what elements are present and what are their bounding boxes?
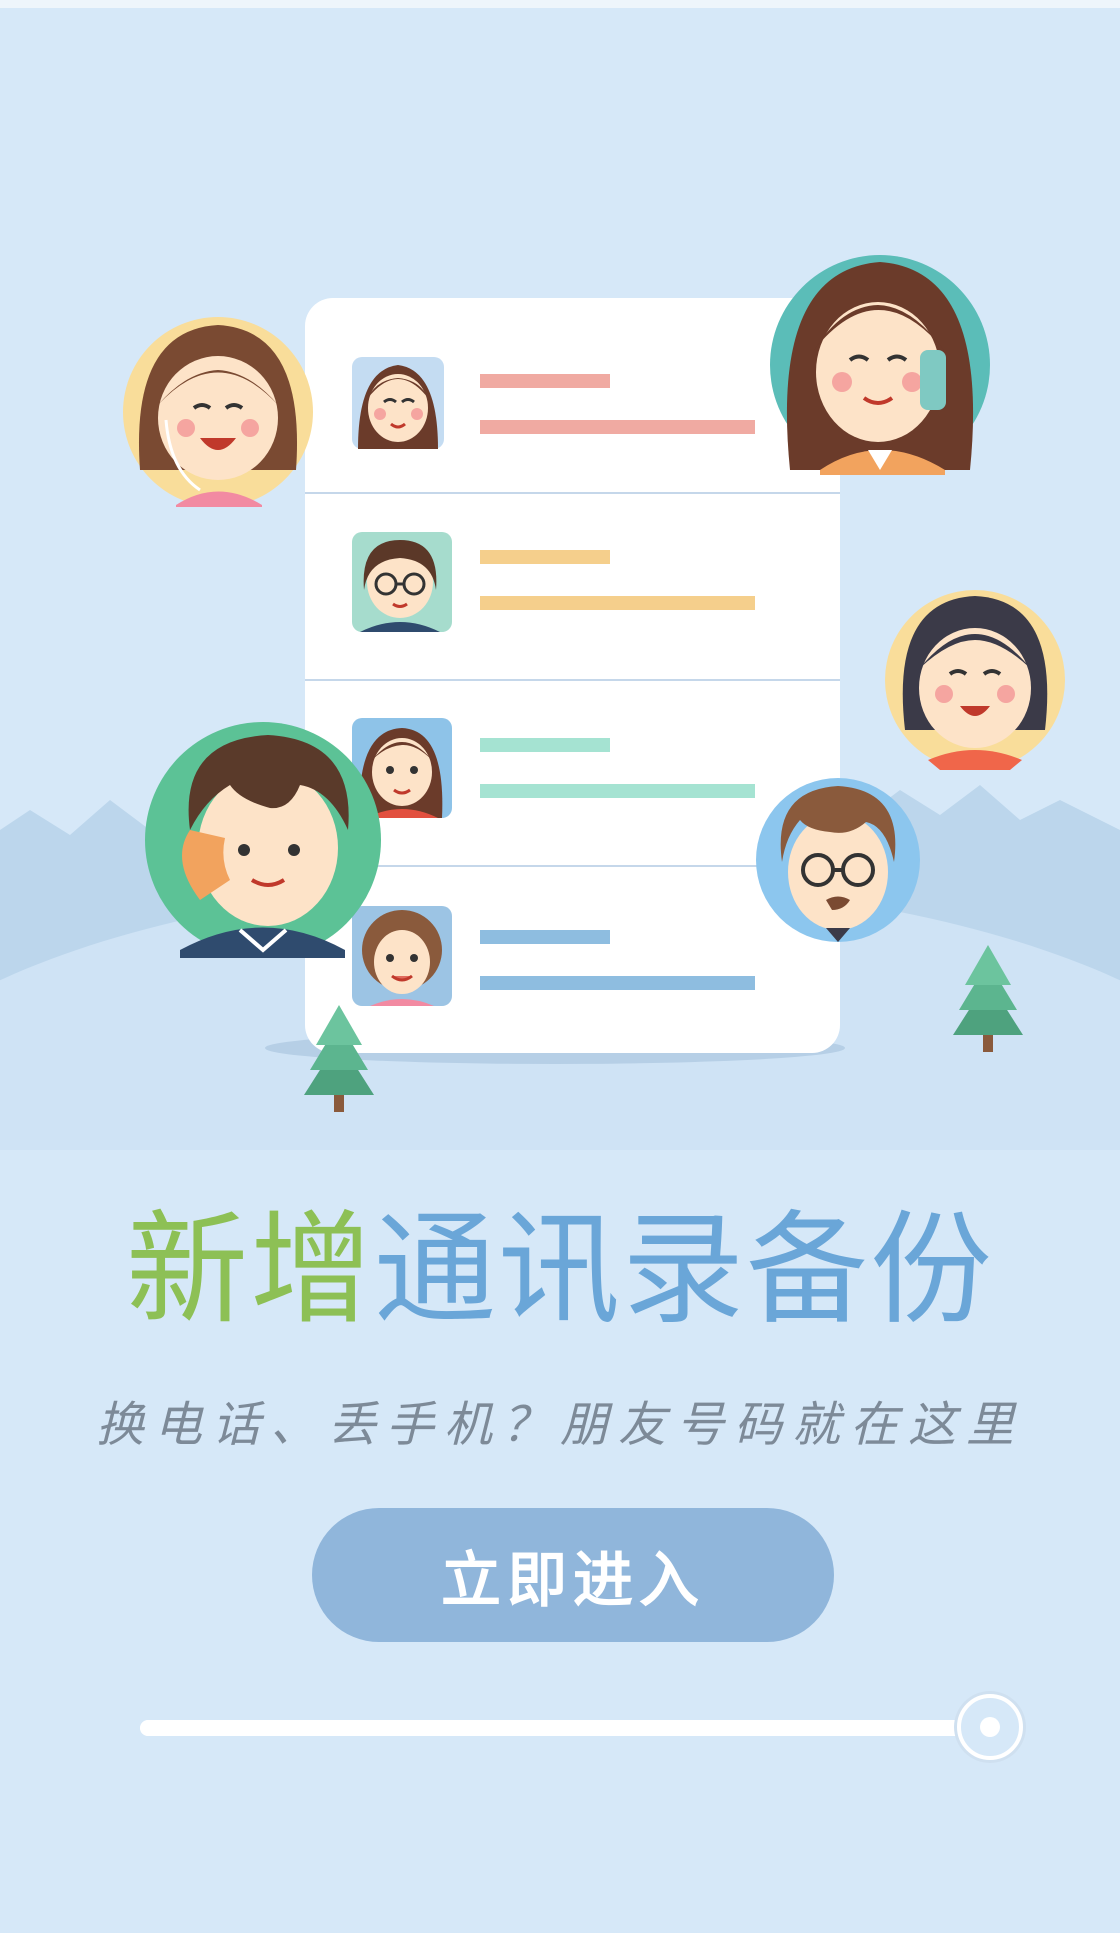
number-line bbox=[480, 976, 755, 990]
progress-track bbox=[140, 1720, 990, 1736]
number-line bbox=[480, 784, 755, 798]
headline-accent: 新增 bbox=[126, 1199, 374, 1341]
man-phone-call-icon bbox=[145, 722, 381, 958]
enter-now-button[interactable]: 立即进入 bbox=[312, 1508, 834, 1642]
woman-dark-hair-icon bbox=[885, 590, 1065, 770]
progress-fill bbox=[140, 1720, 990, 1736]
progress-knob[interactable] bbox=[957, 1694, 1023, 1760]
progress-knob-dot bbox=[980, 1717, 1000, 1737]
number-line bbox=[480, 420, 755, 434]
name-line bbox=[480, 374, 610, 388]
name-line bbox=[480, 738, 610, 752]
contacts-illustration bbox=[0, 255, 1120, 1150]
number-line bbox=[480, 596, 755, 610]
headline-rest: 通讯录备份 bbox=[374, 1199, 994, 1341]
woman-curly-hair-avatar bbox=[352, 906, 452, 1006]
woman-earphones-icon bbox=[123, 317, 313, 507]
girl-glasses-avatar bbox=[352, 532, 452, 632]
feature-headline: 新增通讯录备份 bbox=[0, 1195, 1120, 1345]
woman-phone-call-icon bbox=[770, 255, 990, 475]
name-line bbox=[480, 550, 610, 564]
man-glasses-icon bbox=[756, 778, 920, 942]
feature-subtitle: 换电话、丢手机？朋友号码就在这里 bbox=[95, 1397, 1024, 1453]
woman-brown-hair-avatar bbox=[352, 357, 444, 449]
name-line bbox=[480, 930, 610, 944]
